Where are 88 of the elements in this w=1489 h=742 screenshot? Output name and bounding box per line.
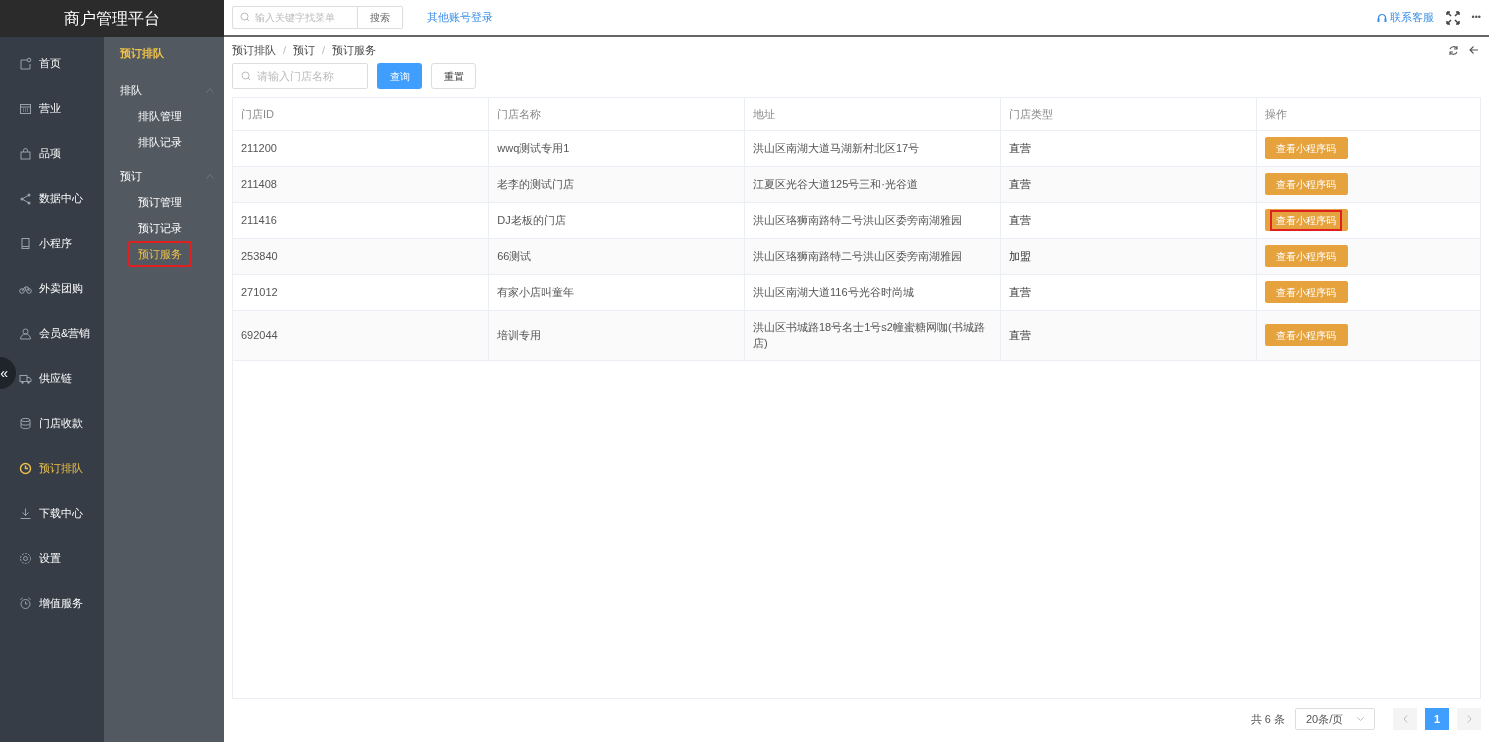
reset-button[interactable]: 重置 (431, 63, 476, 89)
tablet-icon (19, 237, 32, 250)
nav-item[interactable]: 增值服务 (19, 595, 83, 612)
search-button[interactable]: 搜索 (358, 6, 403, 29)
submenu-item[interactable]: 排队记录 (128, 128, 192, 156)
table-cell: 211416 (241, 213, 277, 226)
database-icon (19, 417, 32, 430)
refresh-icon[interactable] (1448, 44, 1459, 56)
collapse-sidebar-handle[interactable]: « (0, 357, 16, 389)
brand-title: 商户管理平台 (0, 0, 224, 37)
table-cell: 692044 (241, 328, 278, 341)
search-icon (241, 71, 251, 81)
table-cell: 直营 (1008, 328, 1031, 341)
breadcrumb-separator: / (322, 42, 326, 58)
table-cell: 271012 (241, 285, 278, 298)
column-header: 地址 (744, 98, 1001, 130)
table-cell: 洪山区南湖大道马湖新村北区17号 (753, 141, 920, 154)
nav-item[interactable]: 预订排队 (19, 460, 83, 477)
table-cell: 江夏区光谷大道125号三和·光谷道 (753, 177, 919, 190)
switch-account-link[interactable]: 其他账号登录 (427, 9, 493, 26)
nav-item[interactable]: 品项 (19, 145, 61, 162)
submenu-item[interactable]: 预订记录 (128, 214, 192, 242)
truck-icon (19, 372, 32, 385)
gear-icon (19, 552, 32, 565)
chevron-left-icon (1402, 715, 1408, 723)
total-count: 共 6 条 (1250, 711, 1285, 727)
breadcrumb-item: 预订服务 (332, 42, 377, 58)
headset-icon (1376, 12, 1387, 23)
submenu-group[interactable]: 排队 (104, 77, 224, 103)
nav-item[interactable]: 会员&营销 (19, 325, 91, 342)
column-header: 门店类型 (1000, 98, 1256, 130)
table-cell: 直营 (1008, 285, 1031, 298)
search-icon (240, 12, 250, 22)
table-cell: 211200 (241, 141, 277, 154)
column-header: 操作 (1256, 98, 1480, 130)
table-cell: wwq测试专用1 (497, 141, 570, 154)
store-name-field[interactable]: 请输入门店名称 (232, 63, 368, 89)
nav-item[interactable]: 下载中心 (19, 505, 83, 522)
fullscreen-icon[interactable] (1445, 10, 1460, 25)
submenu-item[interactable]: 预订管理 (128, 188, 192, 216)
table-cell: DJ老板的门店 (497, 213, 566, 226)
submenu-item[interactable]: 预订服务 (128, 240, 192, 268)
nav-item[interactable]: 供应链 (19, 370, 72, 387)
submenu-title: 预订排队 (119, 46, 165, 61)
clock-icon (19, 462, 32, 475)
table-cell: 洪山区书城路18号名士1号s2幢蜜糖网咖(书城路店) (753, 320, 985, 349)
page-size-select[interactable]: 20条/页 (1295, 708, 1375, 730)
user-icon (19, 327, 32, 340)
table-cell: 211408 (241, 177, 277, 190)
alarm-clock-icon (19, 597, 32, 610)
chevron-icon (206, 87, 214, 93)
submenu-item[interactable]: 排队管理 (128, 102, 192, 130)
table-cell: 老李的测试门店 (497, 177, 575, 190)
back-arrow-icon[interactable] (1469, 45, 1479, 55)
submenu-group[interactable]: 预订 (104, 163, 224, 189)
table-cell: 洪山区珞狮南路特二号洪山区委旁南湖雅园 (753, 213, 962, 226)
table-cell: 66测试 (497, 249, 532, 262)
table-cell: 洪山区南湖大道116号光谷时尚城 (753, 285, 914, 298)
nav-item[interactable]: 外卖团购 (19, 280, 83, 297)
table-cell: 加盟 (1008, 249, 1031, 262)
nav-item[interactable]: 小程序 (19, 235, 72, 252)
nav-item[interactable]: 营业 (19, 100, 61, 117)
column-header: 门店ID (233, 98, 489, 130)
page-icon (19, 57, 32, 70)
breadcrumb-item[interactable]: 预订 (293, 41, 316, 59)
chevron-down-icon (1357, 717, 1364, 721)
support-link[interactable]: 联系客服 (1389, 9, 1434, 26)
table-cell: 直营 (1008, 141, 1031, 154)
breadcrumb-item[interactable]: 预订排队 (232, 41, 276, 59)
nav-item[interactable]: 首页 (19, 55, 61, 72)
nav-item[interactable]: 数据中心 (19, 190, 83, 207)
chevron-right-icon (1466, 715, 1472, 723)
nav-item[interactable]: 门店收款 (19, 415, 83, 432)
table-cell: 直营 (1008, 213, 1031, 226)
table-cell: 洪山区珞狮南路特二号洪山区委旁南湖雅园 (753, 249, 962, 262)
table-cell: 有家小店叫童年 (497, 285, 575, 298)
bag-icon (19, 147, 32, 160)
column-header: 门店名称 (488, 98, 745, 130)
table-cell: 培训专用 (497, 328, 542, 341)
nav-item[interactable]: 设置 (19, 550, 61, 567)
more-menu[interactable]: ••• (1471, 10, 1481, 25)
table-cell: 253840 (241, 249, 278, 262)
download-icon (19, 507, 32, 520)
share-icon (19, 192, 32, 205)
calendar-icon (19, 102, 32, 115)
table-cell: 直营 (1008, 177, 1031, 190)
chevron-icon (206, 173, 214, 179)
breadcrumb-separator: / (283, 42, 287, 58)
